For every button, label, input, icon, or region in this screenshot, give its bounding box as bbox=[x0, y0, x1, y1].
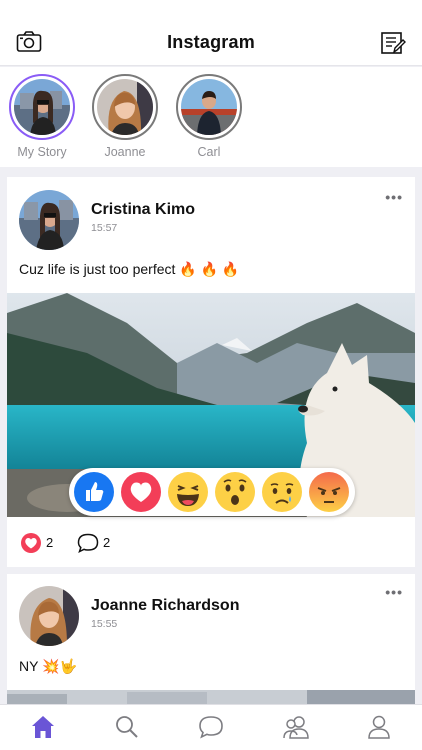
compose-icon[interactable] bbox=[380, 30, 406, 54]
haha-reaction-icon[interactable] bbox=[168, 472, 208, 512]
avatar bbox=[97, 79, 153, 135]
story-carl[interactable]: Carl bbox=[174, 74, 244, 159]
story-name: Carl bbox=[197, 145, 221, 159]
comment-icon bbox=[77, 533, 99, 553]
stories-row: My Story Joanne Carl bbox=[0, 67, 422, 167]
post-time: 15:57 bbox=[91, 222, 118, 234]
app-title: Instagram bbox=[167, 32, 255, 52]
post-author[interactable]: Cristina Kimo bbox=[91, 201, 195, 219]
post-card: Joanne Richardson 15:55 ••• NY 💥🤟 bbox=[7, 574, 415, 724]
like-count-value: 2 bbox=[46, 535, 54, 550]
home-icon[interactable] bbox=[30, 714, 56, 740]
post-caption: NY 💥🤟 bbox=[19, 658, 77, 674]
story-ring bbox=[92, 74, 158, 140]
story-name: Joanne bbox=[104, 145, 146, 159]
comment-count-value: 2 bbox=[103, 535, 111, 550]
heart-icon bbox=[21, 533, 41, 553]
top-bar: Instagram bbox=[0, 0, 422, 66]
search-icon[interactable] bbox=[114, 714, 140, 740]
reaction-picker bbox=[69, 468, 355, 516]
chat-icon[interactable] bbox=[198, 714, 224, 740]
post-caption: Cuz life is just too perfect 🔥 🔥 🔥 bbox=[19, 261, 240, 277]
avatar bbox=[181, 79, 237, 135]
wow-reaction-icon[interactable] bbox=[215, 472, 255, 512]
story-name: My Story bbox=[17, 145, 67, 159]
more-options-icon[interactable]: ••• bbox=[385, 189, 403, 205]
more-options-icon[interactable]: ••• bbox=[385, 584, 403, 600]
story-joanne[interactable]: Joanne bbox=[90, 74, 160, 159]
avatar[interactable] bbox=[19, 190, 79, 250]
love-reaction-icon[interactable] bbox=[121, 472, 161, 512]
story-ring bbox=[176, 74, 242, 140]
post-time: 15:55 bbox=[91, 618, 118, 630]
post-author[interactable]: Joanne Richardson bbox=[91, 597, 239, 615]
avatar bbox=[14, 79, 70, 135]
like-reaction-icon[interactable] bbox=[74, 472, 114, 512]
post-card: Cristina Kimo 15:57 ••• Cuz life is just… bbox=[7, 177, 415, 567]
story-my-story[interactable]: My Story bbox=[7, 74, 77, 159]
sad-reaction-icon[interactable] bbox=[262, 472, 302, 512]
profile-icon[interactable] bbox=[366, 714, 392, 740]
avatar[interactable] bbox=[19, 586, 79, 646]
story-ring bbox=[9, 74, 75, 140]
bottom-tab-bar bbox=[0, 704, 422, 750]
angry-reaction-icon[interactable] bbox=[309, 472, 349, 512]
friends-icon[interactable] bbox=[282, 714, 309, 740]
